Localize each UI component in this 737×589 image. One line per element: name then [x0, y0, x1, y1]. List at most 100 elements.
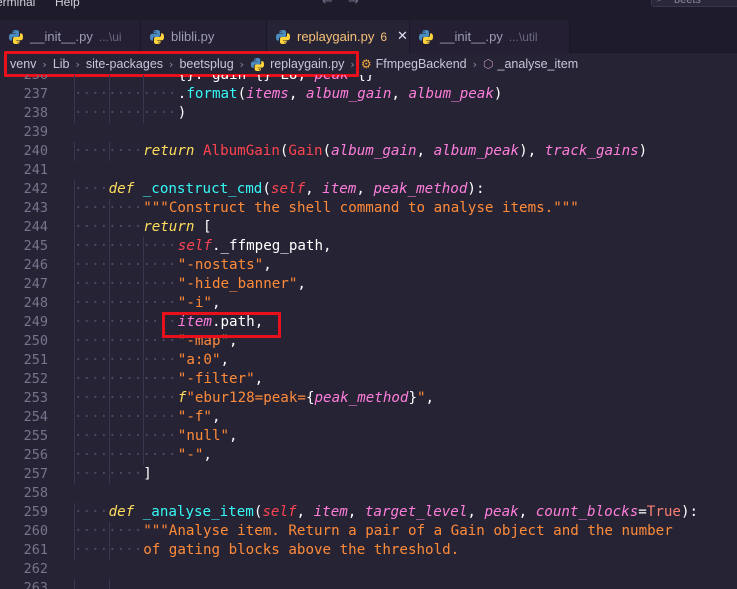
chevron-right-icon: ›	[350, 57, 355, 71]
line-number: 251	[23, 352, 48, 368]
breadcrumb-beetsplug[interactable]: beetsplug	[179, 57, 233, 71]
close-icon[interactable]: ✕	[397, 29, 408, 44]
tab-bar: __init__.py ...\ui blibli.py replaygain.…	[0, 10, 737, 53]
indent-guide	[108, 579, 110, 589]
code-line[interactable]: 241	[0, 161, 737, 180]
code-line[interactable]: 253 ············ f"ebur128=peak={peak_meth…	[0, 389, 737, 408]
python-icon	[251, 57, 265, 71]
chevron-right-icon: ›	[75, 57, 80, 71]
chevron-right-icon: ›	[169, 57, 174, 71]
whitespace-markers: ········	[74, 542, 143, 558]
code-line[interactable]: 261 ········ of gating blocks above the th…	[0, 541, 737, 560]
code-line[interactable]: 255 ············ "null",	[0, 427, 737, 446]
code-line[interactable]: 262	[0, 560, 737, 579]
line-number: 239	[23, 124, 48, 140]
line-number: 263	[23, 580, 48, 589]
search-text: beets	[674, 0, 701, 6]
code-line[interactable]: 237 ············ .format(items, album_gain…	[0, 85, 737, 104]
tab-replaygain[interactable]: replaygain.py 6 ✕	[267, 20, 410, 53]
code-text: "-filter",	[177, 371, 264, 387]
whitespace-markers: ············	[74, 333, 177, 349]
command-center-search[interactable]: ⌕ beets	[651, 0, 737, 7]
code-line[interactable]: 245 ············ self._ffmpeg_path,	[0, 237, 737, 256]
breadcrumb-class[interactable]: ⚙ FfmpegBackend	[361, 57, 467, 71]
code-line[interactable]: 259 ···· def _analyse_item(self, item, tar…	[0, 503, 737, 522]
code-line[interactable]: 258	[0, 484, 737, 503]
code-line[interactable]: 251 ············ "a:0",	[0, 351, 737, 370]
python-icon	[276, 29, 290, 44]
code-line[interactable]: 247 ············ "-hide_banner",	[0, 275, 737, 294]
line-number: 254	[23, 409, 48, 425]
code-text: ]	[143, 466, 152, 482]
breadcrumb-method-label: _analyse_item	[497, 57, 579, 71]
code-line[interactable]: 243 ········ """Construct the shell comman…	[0, 199, 737, 218]
whitespace-markers: ········	[74, 219, 143, 235]
menubar: erminal Help ← → ⌕ beets	[0, 0, 737, 10]
code-line[interactable]: 236 ············ {}: gain {} LU, peak {}"	[0, 75, 737, 85]
code-line[interactable]: 252 ············ "-filter",	[0, 370, 737, 389]
code-editor[interactable]: 236 ············ {}: gain {} LU, peak {}" 2…	[0, 75, 737, 589]
line-number: 256	[23, 447, 48, 463]
code-text: item.path,	[177, 314, 264, 330]
whitespace-markers: ············	[74, 86, 177, 102]
code-line[interactable]: 246 ············ "-nostats",	[0, 256, 737, 275]
line-number: 258	[23, 485, 48, 501]
line-number: 262	[23, 561, 48, 577]
breadcrumb: venv › Lib › site-packages › beetsplug ›…	[0, 53, 737, 75]
code-line[interactable]: 254 ············ "-f",	[0, 408, 737, 427]
forward-arrow-icon[interactable]: →	[348, 0, 359, 9]
code-line[interactable]: 242 ···· def _construct_cmd(self, item, pe…	[0, 180, 737, 199]
whitespace-markers: ············	[74, 238, 177, 254]
code-text: "-i",	[177, 295, 221, 311]
code-line[interactable]: 249 ············ item.path,	[0, 313, 737, 332]
menu-terminal[interactable]: erminal	[0, 0, 35, 9]
tab-init-ui[interactable]: __init__.py ...\ui	[0, 20, 141, 53]
whitespace-markers: ············	[74, 447, 177, 463]
whitespace-markers: ····	[74, 504, 109, 520]
tab-init-util[interactable]: __init__.py ...\util	[410, 20, 570, 53]
indent-guide	[74, 579, 75, 589]
line-number: 246	[23, 257, 48, 273]
whitespace-markers: ········	[74, 523, 143, 539]
code-line[interactable]: 238 ············)	[0, 104, 737, 123]
code-text: """Construct the shell command to analys…	[143, 200, 579, 216]
code-text: "-f",	[177, 409, 221, 425]
code-text: .format(items, album_gain, album_peak)	[177, 86, 503, 102]
tab-label: __init__.py	[440, 29, 503, 44]
line-number: 242	[23, 181, 48, 197]
whitespace-markers: ············	[74, 276, 177, 292]
menu-help[interactable]: Help	[55, 0, 80, 9]
whitespace-markers: ············	[74, 257, 177, 273]
line-number: 240	[23, 143, 48, 159]
code-line[interactable]: 257 ········]	[0, 465, 737, 484]
code-line[interactable]: 240 ········ return AlbumGain(Gain(album_g…	[0, 142, 737, 161]
breadcrumb-site-packages[interactable]: site-packages	[86, 57, 163, 71]
line-number: 259	[23, 504, 48, 520]
line-number: 243	[23, 200, 48, 216]
problems-badge: 6	[380, 29, 388, 44]
tab-blibli[interactable]: blibli.py	[141, 20, 267, 53]
code-line[interactable]: 244 ········ return [	[0, 218, 737, 237]
breadcrumb-method[interactable]: ⬡ _analyse_item	[483, 57, 578, 71]
breadcrumb-file[interactable]: replaygain.py	[250, 57, 344, 72]
back-arrow-icon[interactable]: ←	[322, 0, 333, 9]
code-line[interactable]: 248 ············ "-i",	[0, 294, 737, 313]
line-number: 248	[23, 295, 48, 311]
code-line[interactable]: 260 ········ """Analyse item. Return a pai…	[0, 522, 737, 541]
code-line[interactable]: 263	[0, 579, 737, 589]
breadcrumb-lib[interactable]: Lib	[53, 57, 70, 71]
whitespace-markers: ········	[74, 200, 143, 216]
code-line[interactable]: 250 ············ "-map",	[0, 332, 737, 351]
breadcrumb-file-label: replaygain.py	[270, 57, 345, 71]
symbol-class-icon: ⚙	[360, 57, 372, 71]
code-line[interactable]: 256 ············ "-",	[0, 446, 737, 465]
code-text: f"ebur128=peak={peak_method}",	[177, 390, 435, 406]
whitespace-markers: ········	[74, 466, 143, 482]
code-text: "-hide_banner",	[177, 276, 306, 292]
breadcrumb-venv[interactable]: venv	[10, 57, 36, 71]
whitespace-markers: ············	[74, 352, 177, 368]
whitespace-markers: ············	[74, 75, 177, 83]
chevron-right-icon: ›	[239, 57, 245, 71]
code-text: "-nostats",	[177, 257, 272, 273]
code-line[interactable]: 239	[0, 123, 737, 142]
